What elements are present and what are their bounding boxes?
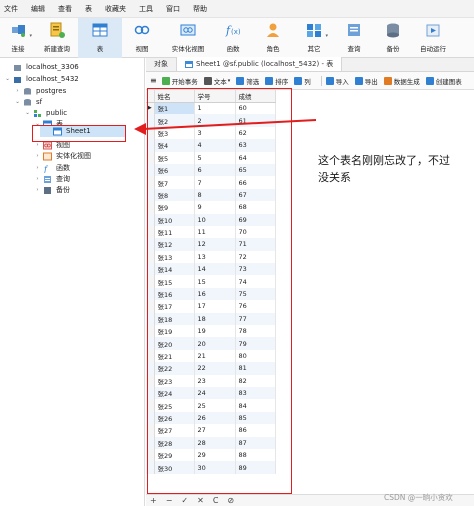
app-window: { "menu": ["文件", "编辑", "查看", "表", "收藏夹",…	[0, 0, 474, 506]
annotation-arrow	[134, 119, 317, 135]
annotation-text: 这个表名刚刚忘改了，不过 没关系	[318, 152, 468, 186]
annotation-line-1: 这个表名刚刚忘改了，不过	[318, 154, 450, 167]
annotation-line-2: 没关系	[318, 171, 351, 184]
watermark: CSDN @一晌小贪欢	[384, 493, 453, 502]
